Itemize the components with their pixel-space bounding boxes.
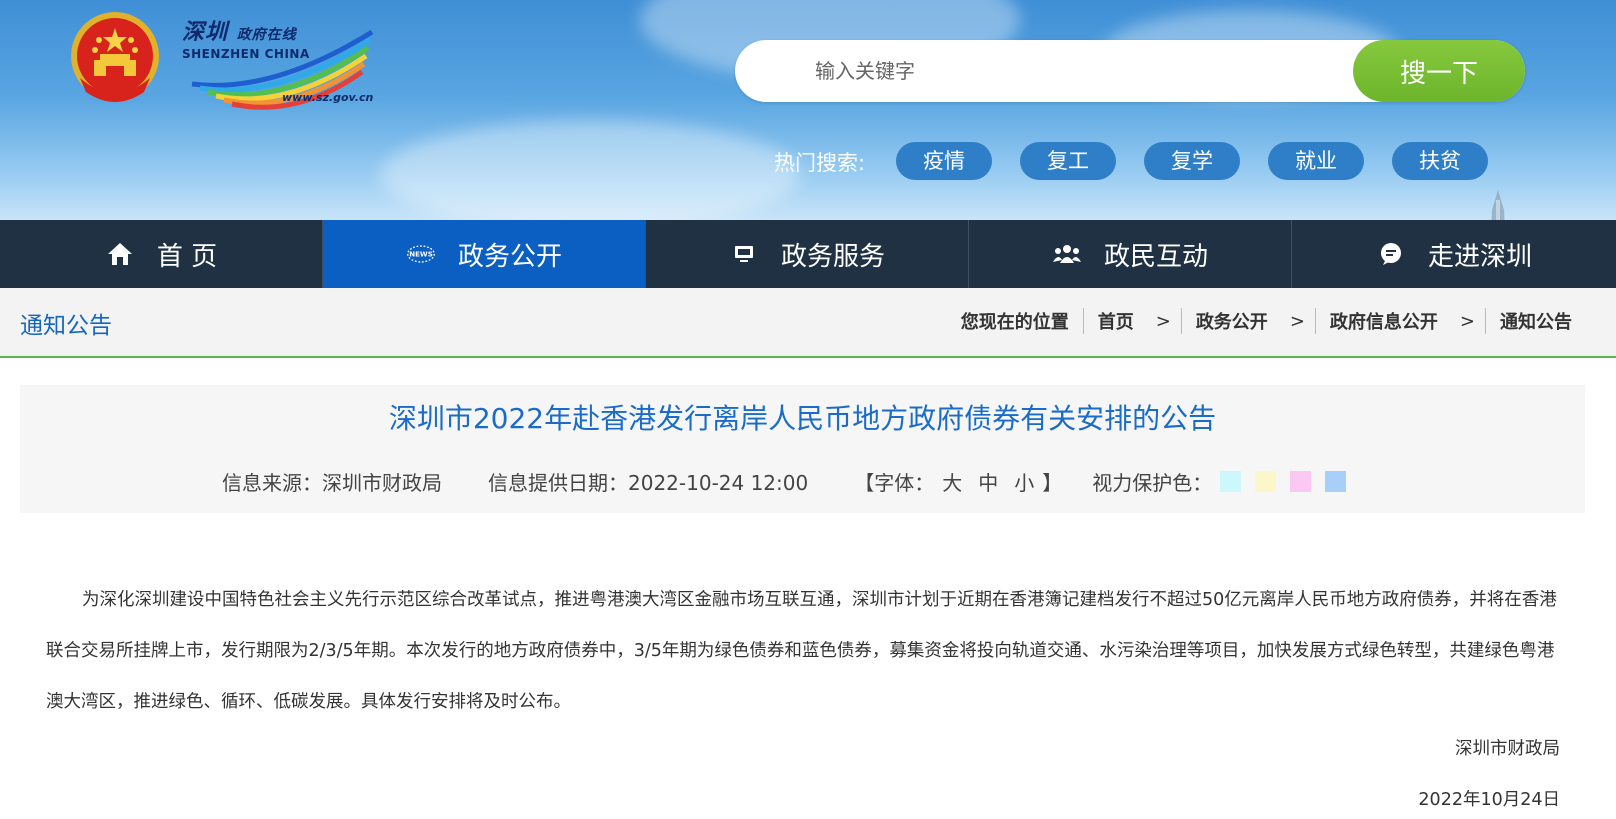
main-nav: 首 页 NEWS 政务公开 政务服务 政民互动 走进深圳 — [0, 220, 1616, 288]
hot-search-tag[interactable]: 复工 — [1020, 142, 1116, 180]
breadcrumb: 您现在的位置 首页 > 政务公开 > 政府信息公开 > 通知公告 — [961, 308, 1572, 334]
nav-item-label: 走进深圳 — [1427, 241, 1532, 272]
eye-protection-label: 视力保护色： — [1092, 471, 1213, 495]
nav-item-label: 政务服务 — [780, 241, 885, 272]
article-sign-date: 2022年10月24日 — [1418, 790, 1560, 810]
chat-bubble-icon — [1376, 239, 1406, 269]
nav-item-government-affairs[interactable]: NEWS 政务公开 — [323, 220, 646, 288]
nav-item-label: 政民互动 — [1103, 241, 1208, 272]
logo-url-text: www.sz.gov.cn — [282, 91, 374, 104]
article-signature: 深圳市财政局 — [1455, 739, 1560, 759]
breadcrumb-item-government-info[interactable]: 政府信息公开 — [1330, 308, 1438, 334]
logo-chinese-text: 深圳 政府在线 — [182, 19, 297, 45]
font-size-small-button[interactable]: 小 — [1014, 467, 1034, 496]
people-icon — [1052, 239, 1082, 269]
search-input[interactable] — [815, 40, 1355, 102]
eye-color-swatch-cyan[interactable] — [1220, 471, 1242, 492]
article-meta: 信息来源：深圳市财政局 信息提供日期：2022-10-24 12:00 【字体：… — [222, 467, 1347, 496]
divider — [1180, 308, 1182, 334]
hot-search-tag[interactable]: 复学 — [1144, 142, 1240, 180]
monitor-icon — [729, 239, 759, 269]
nav-item-government-services[interactable]: 政务服务 — [646, 220, 969, 288]
hot-search-label: 热门搜索: — [774, 151, 866, 175]
logo-english-text: SHENZHEN CHINA — [182, 47, 310, 61]
header-banner: 深圳 政府在线 SHENZHEN CHINA www.sz.gov.cn 搜一下… — [0, 0, 1616, 220]
article-date: 信息提供日期：2022-10-24 12:00 — [488, 471, 809, 495]
section-title: 通知公告 — [20, 313, 112, 339]
divider — [1485, 308, 1486, 334]
nav-item-label: 首 页 — [156, 241, 218, 272]
nav-item-home[interactable]: 首 页 — [0, 220, 323, 288]
breadcrumb-item-home[interactable]: 首页 — [1098, 308, 1134, 334]
font-size-medium-button[interactable]: 中 — [978, 467, 998, 496]
eye-color-swatch-yellow[interactable] — [1255, 471, 1277, 492]
breadcrumb-item-government-affairs[interactable]: 政务公开 — [1196, 308, 1268, 334]
breadcrumb-item-notices[interactable]: 通知公告 — [1500, 308, 1572, 334]
home-icon — [105, 239, 135, 269]
location-label: 您现在的位置 — [960, 312, 1069, 333]
font-size-large-button[interactable]: 大 — [942, 467, 962, 496]
national-emblem-icon — [71, 12, 159, 102]
breadcrumb-separator: > — [1289, 310, 1305, 332]
breadcrumb-separator: > — [1459, 310, 1475, 332]
hot-search-tag[interactable]: 就业 — [1268, 142, 1364, 180]
divider — [1314, 308, 1316, 334]
breadcrumb-bar: 通知公告 您现在的位置 首页 > 政务公开 > 政府信息公开 > 通知公告 — [0, 288, 1616, 358]
hot-search-tag[interactable]: 疫情 — [896, 142, 992, 180]
article-body: 为深化深圳建设中国特色社会主义先行示范区综合改革试点，推进粤港澳大湾区金融市场互… — [46, 590, 1557, 712]
site-logo[interactable]: 深圳 政府在线 SHENZHEN CHINA www.sz.gov.cn — [182, 14, 382, 110]
nav-item-citizen-interaction[interactable]: 政民互动 — [969, 220, 1292, 288]
skyscraper-decoration-icon — [1491, 190, 1505, 220]
breadcrumb-separator: > — [1155, 310, 1171, 332]
divider — [1082, 308, 1084, 334]
nav-item-about-shenzhen[interactable]: 走进深圳 — [1292, 220, 1616, 288]
article-source: 信息来源：深圳市财政局 — [222, 471, 442, 495]
cloud-decoration — [380, 120, 800, 220]
font-size-label: 【字体： — [854, 471, 935, 495]
article-header: 深圳市2022年赴香港发行离岸人民币地方政府债券有关安排的公告 信息来源：深圳市… — [20, 385, 1585, 513]
search-bar: 搜一下 — [735, 40, 1525, 102]
search-button[interactable]: 搜一下 — [1353, 40, 1525, 102]
svg-text:NEWS: NEWS — [409, 250, 433, 259]
article-title: 深圳市2022年赴香港发行离岸人民币地方政府债券有关安排的公告 — [388, 402, 1217, 435]
nav-item-label: 政务公开 — [457, 241, 562, 272]
hot-search-tag[interactable]: 扶贫 — [1392, 142, 1488, 180]
eye-color-swatch-pink[interactable] — [1290, 471, 1312, 492]
news-icon: NEWS — [406, 239, 436, 269]
font-size-label-close: 】 — [1042, 471, 1063, 495]
eye-color-swatch-blue[interactable] — [1325, 471, 1347, 492]
